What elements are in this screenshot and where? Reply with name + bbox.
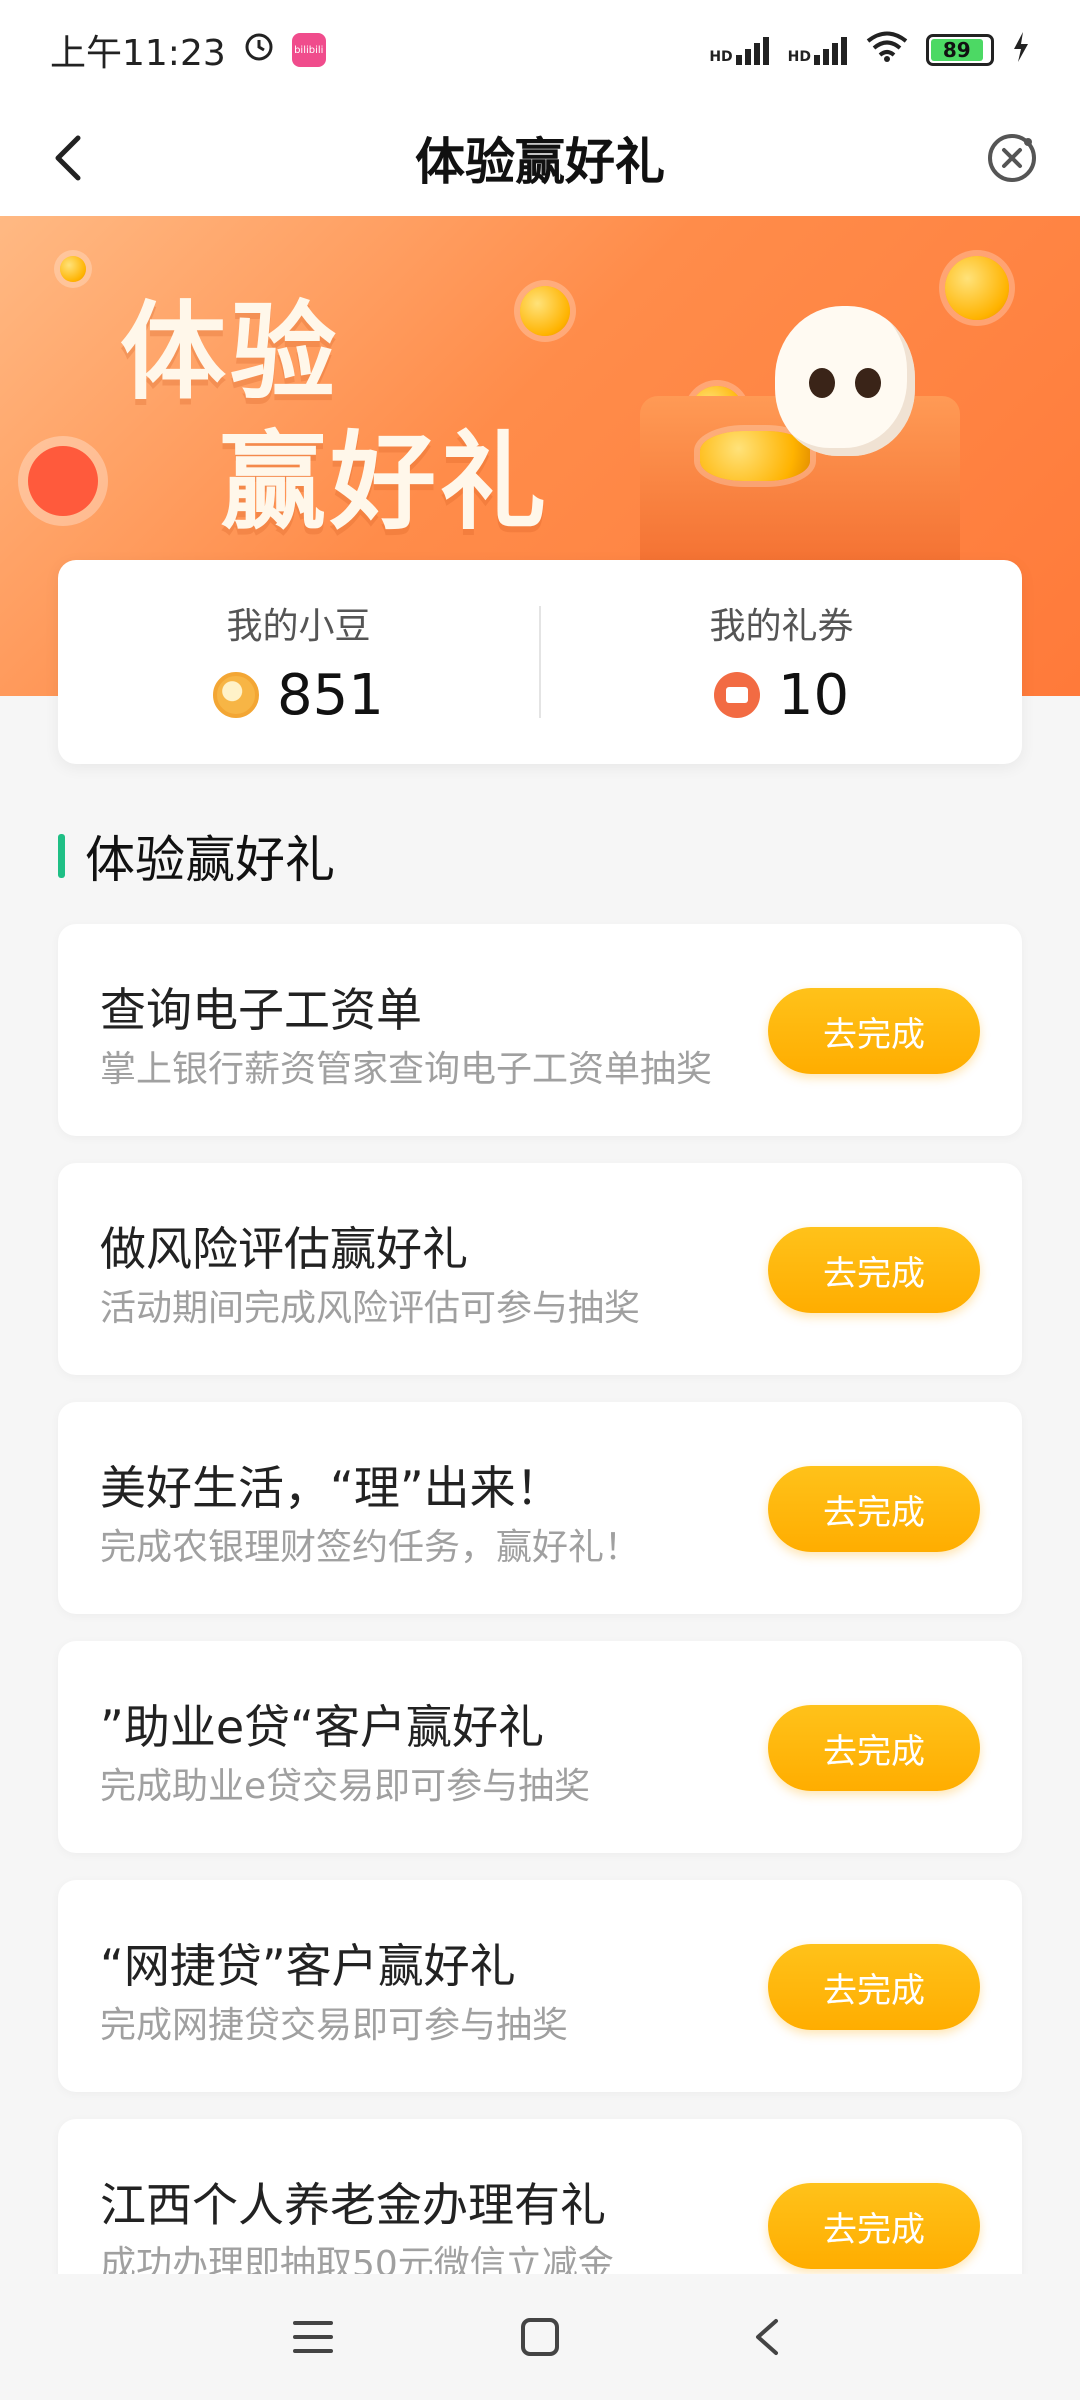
task-title: 美好生活，“理”出来！ <box>100 1461 562 1515</box>
coupons-label: 我的礼券 <box>709 605 854 647</box>
task-card: 美好生活，“理”出来！ 完成农银理财签约任务，赢好礼！ 去完成 <box>58 1402 1022 1614</box>
go-complete-button[interactable]: 去完成 <box>768 988 980 1074</box>
section-title: 体验赢好礼 <box>85 831 335 889</box>
status-time: 上午11:23 <box>50 33 226 74</box>
task-title: “网捷贷”客户赢好礼 <box>100 1939 516 1993</box>
close-circle-icon[interactable] <box>984 130 1040 186</box>
status-bar: 上午11:23 bilibili HD HD 89 <box>0 0 1080 100</box>
task-card: 做风险评估赢好礼 活动期间完成风险评估可参与抽奖 去完成 <box>58 1163 1022 1375</box>
go-complete-button[interactable]: 去完成 <box>768 1466 980 1552</box>
chevron-left-icon[interactable] <box>40 128 100 188</box>
task-subtitle: 掌上银行薪资管家查询电子工资单抽奖 <box>100 1049 713 1090</box>
coupons-summary[interactable]: 我的礼券 10 <box>541 597 1022 728</box>
coin-decoration <box>520 286 570 336</box>
go-complete-button[interactable]: 去完成 <box>768 1944 980 2030</box>
status-left: 上午11:23 bilibili <box>50 24 326 76</box>
go-complete-button[interactable]: 去完成 <box>768 1227 980 1313</box>
signal-icon: HD <box>709 35 769 65</box>
task-subtitle: 完成农银理财签约任务，赢好礼！ <box>100 1527 641 1568</box>
go-complete-button[interactable]: 去完成 <box>768 2183 980 2269</box>
bilibili-app-icon: bilibili <box>291 33 326 67</box>
signal-label: HD <box>787 49 811 65</box>
back-icon[interactable] <box>737 2307 797 2367</box>
section-header: 体验赢好礼 <box>58 826 335 889</box>
red-envelope-icon <box>28 446 98 516</box>
task-subtitle: 完成助业e贷交易即可参与抽奖 <box>100 1766 591 1807</box>
nav-bar: 体验赢好礼 <box>0 100 1080 216</box>
go-complete-button[interactable]: 去完成 <box>768 1705 980 1791</box>
banner-title-line2: 赢好礼 <box>220 421 550 544</box>
task-list: 查询电子工资单 掌上银行薪资管家查询电子工资单抽奖 去完成 做风险评估赢好礼 活… <box>58 924 1022 2358</box>
task-title: ”助业e贷“客户赢好礼 <box>100 1700 544 1754</box>
status-right: HD HD 89 <box>709 30 1030 71</box>
task-card: 查询电子工资单 掌上银行薪资管家查询电子工资单抽奖 去完成 <box>58 924 1022 1136</box>
coin-decoration <box>60 256 86 282</box>
signal-label: HD <box>709 49 733 65</box>
wifi-icon <box>866 30 908 71</box>
alarm-icon <box>242 29 276 72</box>
battery-level: 89 <box>931 38 983 62</box>
summary-card: 我的小豆 851 我的礼券 10 <box>58 560 1022 764</box>
beans-value: 851 <box>277 662 384 728</box>
task-title: 江西个人养老金办理有礼 <box>100 2178 606 2232</box>
task-subtitle: 活动期间完成风险评估可参与抽奖 <box>100 1288 641 1329</box>
beans-summary[interactable]: 我的小豆 851 <box>58 597 539 728</box>
system-nav-bar <box>0 2274 1080 2400</box>
coupons-value: 10 <box>777 662 850 728</box>
home-icon[interactable] <box>510 2307 570 2367</box>
task-title: 做风险评估赢好礼 <box>100 1222 468 1276</box>
beans-value-row: 851 <box>213 663 384 728</box>
menu-icon[interactable] <box>283 2307 343 2367</box>
page-title: 体验赢好礼 <box>415 133 665 191</box>
battery-icon: 89 <box>926 34 994 66</box>
battery-text: 89 <box>942 38 971 62</box>
app-badge-text: bilibili <box>294 44 324 56</box>
coin-stack-decoration <box>700 431 810 481</box>
mascot-eye <box>855 368 881 398</box>
coupon-icon <box>713 672 760 718</box>
mascot-eye <box>809 368 835 398</box>
section-accent-bar <box>58 834 65 878</box>
task-card: ”助业e贷“客户赢好礼 完成助业e贷交易即可参与抽奖 去完成 <box>58 1641 1022 1853</box>
task-subtitle: 完成网捷贷交易即可参与抽奖 <box>100 2005 569 2046</box>
task-title: 查询电子工资单 <box>100 983 422 1037</box>
beans-label: 我的小豆 <box>226 605 371 647</box>
coupons-value-row: 10 <box>713 662 850 728</box>
charging-icon <box>1012 30 1030 71</box>
signal-icon: HD <box>788 35 848 65</box>
mascot-illustration <box>775 306 915 456</box>
task-card: “网捷贷”客户赢好礼 完成网捷贷交易即可参与抽奖 去完成 <box>58 1880 1022 2092</box>
bean-icon <box>213 672 260 718</box>
coin-decoration <box>945 256 1009 320</box>
